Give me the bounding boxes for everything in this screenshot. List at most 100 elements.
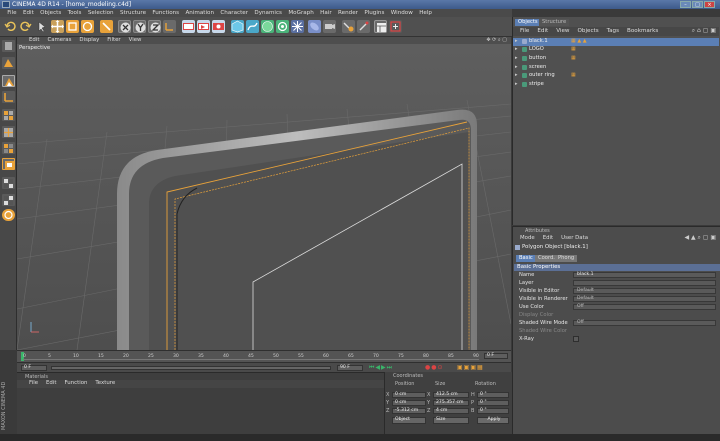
current-frame-start[interactable]: 0 F xyxy=(21,365,47,371)
viewport-menu-filter[interactable]: Filter xyxy=(103,37,124,44)
menu-functions[interactable]: Functions xyxy=(149,9,182,17)
redo-icon[interactable] xyxy=(19,20,32,33)
x-axis-lock-icon[interactable] xyxy=(118,20,131,33)
undo-icon[interactable] xyxy=(4,20,17,33)
expand-icon[interactable]: ▸ xyxy=(515,38,518,44)
viewport-menu-cameras[interactable]: Cameras xyxy=(43,37,75,44)
light-icon[interactable] xyxy=(342,20,355,33)
expand-icon[interactable]: ▸ xyxy=(515,72,518,78)
rotation-b-field[interactable]: 0 ° xyxy=(477,408,509,414)
menu-plugins[interactable]: Plugins xyxy=(361,9,387,17)
texture-mode-icon[interactable] xyxy=(2,75,15,87)
tab-basic[interactable]: Basic xyxy=(516,255,536,262)
expand-icon[interactable]: ▸ xyxy=(515,55,518,61)
object-tags-icons[interactable]: ▦ xyxy=(571,55,576,61)
position-y-field[interactable]: 0 cm xyxy=(392,400,426,406)
camera-icon[interactable] xyxy=(323,20,336,33)
close-button[interactable]: × xyxy=(704,1,715,8)
viewport-menu-display[interactable]: Display xyxy=(75,37,103,44)
object-row-outer-ring[interactable]: ▸ outer ring ▦ xyxy=(513,72,719,80)
menu-tools[interactable]: Tools xyxy=(64,9,84,17)
menu-render[interactable]: Render xyxy=(335,9,361,17)
object-row-screen[interactable]: ▸ screen xyxy=(513,64,719,72)
attributes-menu-edit[interactable]: Edit xyxy=(539,234,557,243)
expand-icon[interactable]: ▸ xyxy=(515,81,518,87)
menu-hair[interactable]: Hair xyxy=(317,9,335,17)
objects-menu-file[interactable]: File xyxy=(516,27,533,36)
object-row-black1[interactable]: ▸ black.1 ▦ ▲ ▲ xyxy=(513,38,719,46)
objects-menu-objects[interactable]: Objects xyxy=(574,27,603,36)
array-object-icon[interactable] xyxy=(276,20,289,33)
keyframe-tools-icon[interactable]: ▣▣▣▦ xyxy=(457,364,484,371)
cube-object-icon[interactable] xyxy=(231,20,244,33)
points-mode-icon[interactable] xyxy=(2,109,15,121)
expand-icon[interactable]: ▸ xyxy=(515,64,518,70)
materials-menu-texture[interactable]: Texture xyxy=(91,380,119,388)
object-row-stripe[interactable]: ▸ stripe xyxy=(513,81,719,89)
maximize-button[interactable]: □ xyxy=(692,1,703,8)
menu-mograph[interactable]: MoGraph xyxy=(285,9,317,17)
menu-selection[interactable]: Selection xyxy=(85,9,117,17)
render-settings-icon[interactable] xyxy=(212,20,225,33)
visible-in-editor-select[interactable]: Default xyxy=(573,288,716,294)
current-frame-end[interactable]: 90 F xyxy=(337,365,363,371)
record-key-icon[interactable]: ●●⊙ xyxy=(425,364,444,371)
layout-icon[interactable] xyxy=(374,20,387,33)
polygon-select-icon[interactable] xyxy=(2,158,15,170)
expand-icon[interactable]: ▸ xyxy=(515,46,518,52)
menu-character[interactable]: Character xyxy=(217,9,251,17)
viewport-menu-view[interactable]: View xyxy=(125,37,146,44)
visible-in-renderer-select[interactable]: Default xyxy=(573,296,716,302)
minimize-button[interactable]: – xyxy=(680,1,691,8)
subdivision-surface-icon[interactable] xyxy=(261,20,274,33)
menu-dynamics[interactable]: Dynamics xyxy=(251,9,285,17)
snap-icon[interactable] xyxy=(357,20,370,33)
coordinate-system-icon[interactable] xyxy=(163,20,176,33)
viewport-nav-icons[interactable]: ✥ ⟳ ⌕ ▢ xyxy=(486,37,507,43)
menu-animation[interactable]: Animation xyxy=(182,9,217,17)
menu-structure[interactable]: Structure xyxy=(117,9,149,17)
attribute-nav-icons[interactable]: ◀ ▲ ⌕ ▢ ▣ xyxy=(684,234,716,242)
live-selection-icon[interactable] xyxy=(36,20,49,33)
size-y-field[interactable]: 275.357 cm xyxy=(433,400,469,406)
recent-tools-icon[interactable] xyxy=(100,20,113,33)
uv-points-icon[interactable] xyxy=(2,177,15,189)
menu-edit[interactable]: Edit xyxy=(20,9,37,17)
size-z-field[interactable]: 4 cm xyxy=(433,408,469,414)
position-x-field[interactable]: 0 cm xyxy=(392,392,426,398)
3d-viewport[interactable] xyxy=(17,44,511,350)
name-field[interactable]: black.1 xyxy=(573,272,716,278)
render-to-picture-viewer-icon[interactable] xyxy=(197,20,210,33)
use-color-select[interactable]: Off xyxy=(573,304,716,310)
scale-tool-icon[interactable] xyxy=(66,20,79,33)
object-row-logo[interactable]: ▸ LOGO ▦ xyxy=(513,46,719,54)
rotation-h-field[interactable]: 0 ° xyxy=(477,392,509,398)
viewport-menu-edit[interactable]: Edit xyxy=(21,37,43,44)
materials-menu-function[interactable]: Function xyxy=(60,380,91,388)
menu-help[interactable]: Help xyxy=(416,9,435,17)
model-mode-icon[interactable] xyxy=(2,57,15,69)
spline-pen-icon[interactable] xyxy=(246,20,259,33)
size-mode-select[interactable]: Size xyxy=(433,417,469,424)
make-editable-icon[interactable] xyxy=(2,40,15,52)
playback-controls[interactable]: ⏮◀▶⏭ xyxy=(369,364,393,372)
object-row-button[interactable]: ▸ button ▦ xyxy=(513,55,719,63)
attributes-menu-mode[interactable]: Mode xyxy=(516,234,539,243)
position-z-field[interactable]: -5.312 cm xyxy=(392,408,426,414)
xray-checkbox[interactable] xyxy=(573,336,579,342)
frame-range-slider[interactable] xyxy=(51,366,331,370)
environment-icon[interactable] xyxy=(308,20,321,33)
shaded-wire-mode-select[interactable]: Off xyxy=(573,320,716,326)
axis-mode-icon[interactable] xyxy=(2,91,15,103)
apply-button[interactable]: Apply xyxy=(477,417,509,424)
rotation-p-field[interactable]: 0 ° xyxy=(477,400,509,406)
tab-objects[interactable]: Objects xyxy=(515,19,541,26)
polygons-mode-icon[interactable] xyxy=(2,142,15,154)
materials-menu-edit[interactable]: Edit xyxy=(42,380,60,388)
move-tool-icon[interactable] xyxy=(51,20,64,33)
size-x-field[interactable]: 412.5 cm xyxy=(433,392,469,398)
uv-polygons-icon[interactable] xyxy=(2,194,15,206)
objects-menu-view[interactable]: View xyxy=(552,27,573,36)
menu-window[interactable]: Window xyxy=(388,9,416,17)
object-tags-icons[interactable]: ▦ xyxy=(571,72,576,78)
